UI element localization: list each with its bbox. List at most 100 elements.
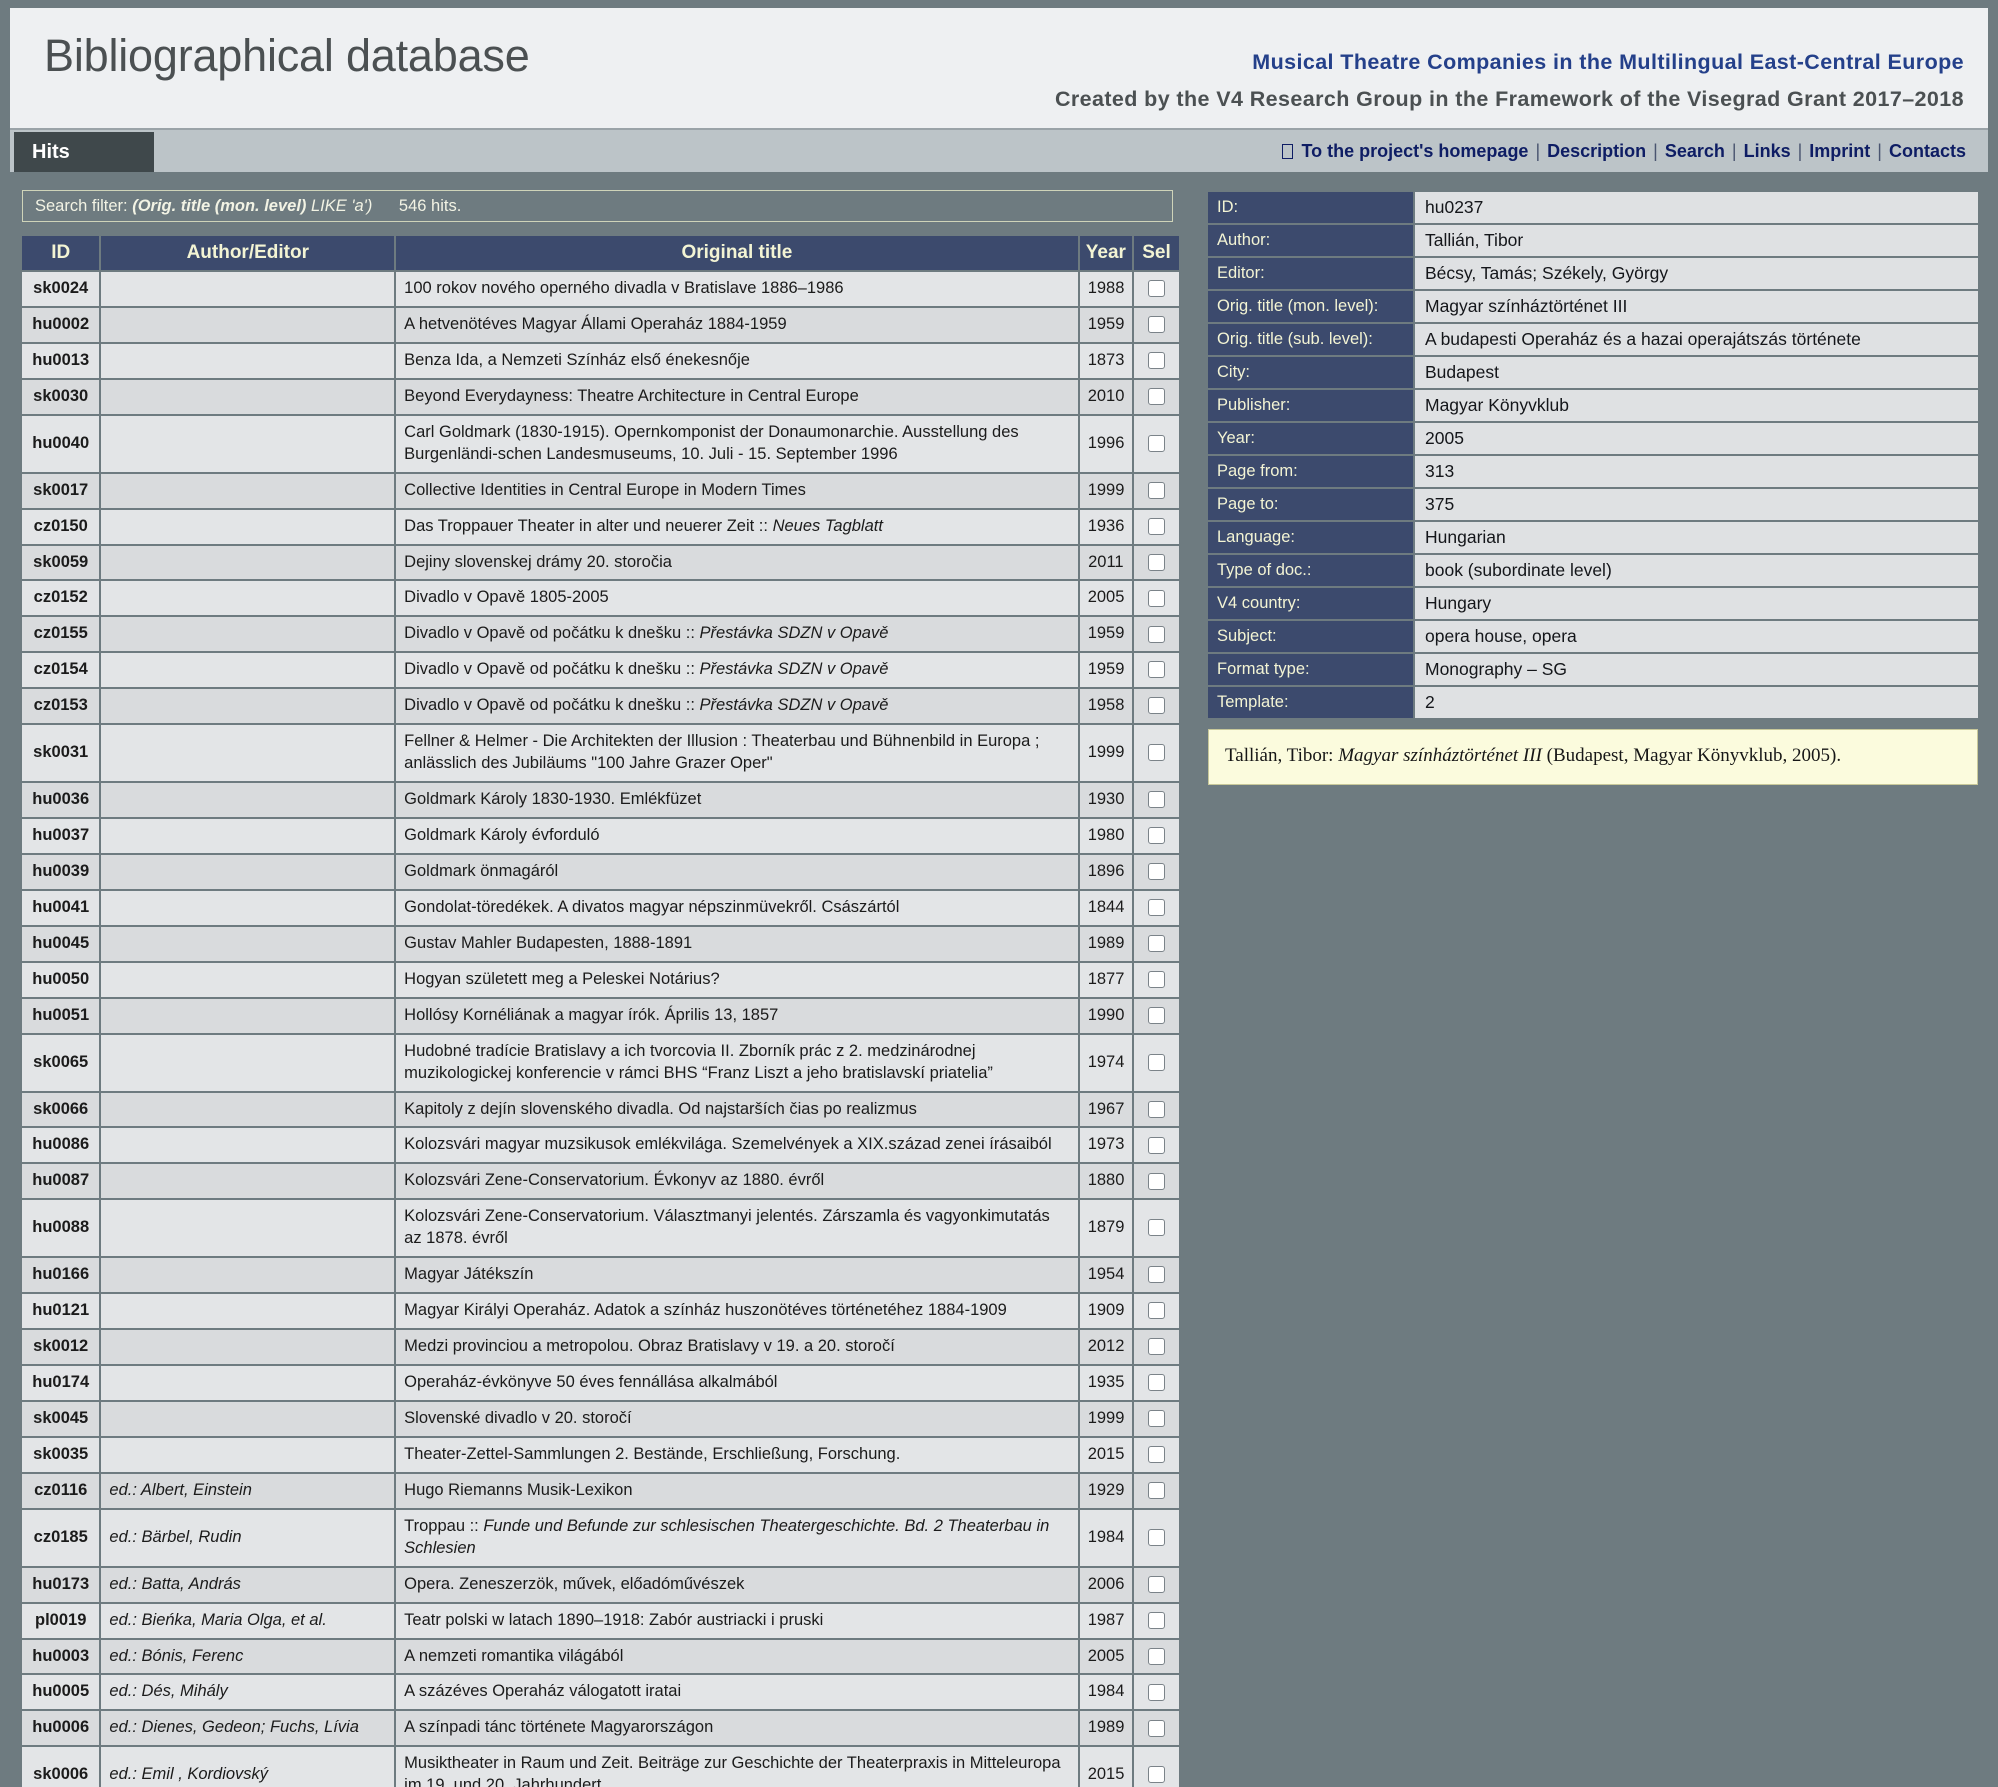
row-select-checkbox[interactable] bbox=[1148, 791, 1166, 809]
table-row[interactable]: hu0045 Gustav Mahler Budapesten, 1888-189… bbox=[22, 926, 1179, 961]
table-row[interactable]: hu0002 A hetvenötéves Magyar Állami Opera… bbox=[22, 307, 1179, 342]
table-row[interactable]: cz0150 Das Troppauer Theater in alter und… bbox=[22, 509, 1179, 544]
row-id[interactable]: hu0013 bbox=[22, 343, 102, 378]
row-select-checkbox[interactable] bbox=[1148, 1053, 1166, 1071]
table-row[interactable]: hu0050 Hogyan született meg a Peleskei No… bbox=[22, 962, 1179, 997]
table-row[interactable]: sk0024 100 rokov nového operného divadla … bbox=[22, 272, 1179, 306]
row-id[interactable]: cz0185 bbox=[22, 1509, 102, 1566]
row-select-checkbox[interactable] bbox=[1148, 1006, 1166, 1024]
table-row[interactable]: hu0006 ed.: Dienes, Gedeon; Fuchs, Lívia A… bbox=[22, 1711, 1179, 1746]
table-row[interactable]: sk0030 Beyond Everydayness: Theatre Archi… bbox=[22, 379, 1179, 414]
table-row[interactable]: cz0155 Divadlo v Opavě od počátku k dnešk… bbox=[22, 617, 1179, 652]
nav-link-links[interactable]: Links bbox=[1744, 141, 1791, 161]
nav-link-description[interactable]: Description bbox=[1547, 141, 1646, 161]
row-id[interactable]: hu0045 bbox=[22, 926, 102, 961]
table-row[interactable]: cz0154 Divadlo v Opavě od počátku k dnešk… bbox=[22, 653, 1179, 688]
table-row[interactable]: sk0031 Fellner & Helmer - Die Architekten… bbox=[22, 725, 1179, 782]
table-row[interactable]: hu0051 Hollósy Kornéliának a magyar írók.… bbox=[22, 998, 1179, 1033]
row-select-checkbox[interactable] bbox=[1148, 352, 1166, 370]
table-row[interactable]: sk0065 Hudobné tradície Bratislavy a ich … bbox=[22, 1034, 1179, 1091]
row-select-checkbox[interactable] bbox=[1148, 1338, 1166, 1356]
table-row[interactable]: hu0173 ed.: Batta, András Opera. Zeneszerz… bbox=[22, 1567, 1179, 1602]
row-select-checkbox[interactable] bbox=[1148, 744, 1166, 762]
row-id[interactable]: cz0150 bbox=[22, 509, 102, 544]
table-row[interactable]: hu0088 Kolozsvári Zene-Conservatorium. Vá… bbox=[22, 1200, 1179, 1257]
row-id[interactable]: sk0035 bbox=[22, 1437, 102, 1472]
nav-link-contacts[interactable]: Contacts bbox=[1889, 141, 1966, 161]
row-select-checkbox[interactable] bbox=[1148, 1481, 1166, 1499]
row-select-checkbox[interactable] bbox=[1148, 1575, 1166, 1593]
row-id[interactable]: hu0041 bbox=[22, 890, 102, 925]
row-id[interactable]: cz0154 bbox=[22, 653, 102, 688]
row-id[interactable]: sk0045 bbox=[22, 1401, 102, 1436]
table-row[interactable]: cz0116 ed.: Albert, Einstein Hugo Riemanns… bbox=[22, 1473, 1179, 1508]
column-header-id[interactable]: ID bbox=[22, 236, 102, 270]
row-select-checkbox[interactable] bbox=[1148, 1446, 1166, 1464]
row-select-checkbox[interactable] bbox=[1148, 1647, 1166, 1665]
row-id[interactable]: sk0030 bbox=[22, 379, 102, 414]
row-select-checkbox[interactable] bbox=[1148, 434, 1166, 452]
row-select-checkbox[interactable] bbox=[1148, 1266, 1166, 1284]
row-select-checkbox[interactable] bbox=[1148, 553, 1166, 571]
table-row[interactable]: hu0121 Magyar Királyi Operaház. Adatok a … bbox=[22, 1294, 1179, 1329]
row-id[interactable]: hu0036 bbox=[22, 783, 102, 817]
row-select-checkbox[interactable] bbox=[1148, 1302, 1166, 1320]
row-id[interactable]: sk0059 bbox=[22, 545, 102, 580]
row-select-checkbox[interactable] bbox=[1148, 387, 1166, 405]
row-select-checkbox[interactable] bbox=[1148, 863, 1166, 881]
table-row[interactable]: pl0019 ed.: Bieńka, Maria Olga, et al. Tea… bbox=[22, 1603, 1179, 1638]
row-select-checkbox[interactable] bbox=[1148, 1719, 1166, 1737]
row-id[interactable]: hu0166 bbox=[22, 1258, 102, 1293]
row-select-checkbox[interactable] bbox=[1148, 970, 1166, 988]
table-row[interactable]: hu0005 ed.: Dés, Mihály A százéves Operahá… bbox=[22, 1675, 1179, 1710]
row-id[interactable]: cz0116 bbox=[22, 1473, 102, 1508]
row-select-checkbox[interactable] bbox=[1148, 697, 1166, 715]
row-id[interactable]: sk0065 bbox=[22, 1034, 102, 1091]
table-row[interactable]: sk0012 Medzi provinciou a metropolou. Obr… bbox=[22, 1330, 1179, 1364]
row-id[interactable]: pl0019 bbox=[22, 1603, 102, 1638]
row-id[interactable]: sk0012 bbox=[22, 1330, 102, 1364]
table-row[interactable]: sk0045 Slovenské divadlo v 20. storočí 199… bbox=[22, 1401, 1179, 1436]
table-row[interactable]: hu0003 ed.: Bónis, Ferenc A nemzeti romant… bbox=[22, 1639, 1179, 1674]
table-row[interactable]: sk0066 Kapitoly z dejín slovenského divad… bbox=[22, 1092, 1179, 1127]
row-select-checkbox[interactable] bbox=[1148, 1219, 1166, 1237]
row-id[interactable]: hu0037 bbox=[22, 819, 102, 853]
row-id[interactable]: sk0031 bbox=[22, 725, 102, 782]
row-id[interactable]: hu0088 bbox=[22, 1200, 102, 1257]
row-select-checkbox[interactable] bbox=[1148, 1528, 1166, 1546]
row-select-checkbox[interactable] bbox=[1148, 625, 1166, 643]
table-row[interactable]: hu0166 Magyar Játékszín 1954 bbox=[22, 1258, 1179, 1293]
row-id[interactable]: sk0024 bbox=[22, 272, 102, 306]
column-header-author[interactable]: Author/Editor bbox=[101, 236, 397, 270]
row-select-checkbox[interactable] bbox=[1148, 1683, 1166, 1701]
table-row[interactable]: hu0040 Carl Goldmark (1830-1915). Opernko… bbox=[22, 415, 1179, 472]
row-id[interactable]: hu0173 bbox=[22, 1567, 102, 1602]
row-id[interactable]: hu0051 bbox=[22, 998, 102, 1033]
row-id[interactable]: hu0086 bbox=[22, 1128, 102, 1163]
row-select-checkbox[interactable] bbox=[1148, 481, 1166, 499]
row-select-checkbox[interactable] bbox=[1148, 517, 1166, 535]
nav-link-imprint[interactable]: Imprint bbox=[1809, 141, 1870, 161]
table-row[interactable]: hu0036 Goldmark Károly 1830-1930. Emlékfü… bbox=[22, 783, 1179, 817]
row-id[interactable]: hu0121 bbox=[22, 1294, 102, 1329]
row-select-checkbox[interactable] bbox=[1148, 1136, 1166, 1154]
row-id[interactable]: hu0040 bbox=[22, 415, 102, 472]
table-row[interactable]: hu0086 Kolozsvári magyar muzsikusok emlék… bbox=[22, 1128, 1179, 1163]
row-select-checkbox[interactable] bbox=[1148, 1611, 1166, 1629]
row-select-checkbox[interactable] bbox=[1148, 899, 1166, 917]
row-select-checkbox[interactable] bbox=[1148, 1766, 1166, 1784]
table-row[interactable]: cz0153 Divadlo v Opavě od počátku k dnešk… bbox=[22, 689, 1179, 724]
table-row[interactable]: cz0185 ed.: Bärbel, Rudin Troppau :: Funde… bbox=[22, 1509, 1179, 1566]
row-select-checkbox[interactable] bbox=[1148, 661, 1166, 679]
table-row[interactable]: sk0035 Theater-Zettel-Sammlungen 2. Bestä… bbox=[22, 1437, 1179, 1472]
row-select-checkbox[interactable] bbox=[1148, 1100, 1166, 1118]
row-id[interactable]: cz0155 bbox=[22, 617, 102, 652]
table-row[interactable]: sk0006 ed.: Emil , Kordiovský Musiktheater… bbox=[22, 1747, 1179, 1787]
row-select-checkbox[interactable] bbox=[1148, 280, 1166, 298]
tab-hits[interactable]: Hits bbox=[14, 132, 154, 172]
row-select-checkbox[interactable] bbox=[1148, 1172, 1166, 1190]
row-select-checkbox[interactable] bbox=[1148, 316, 1166, 334]
row-id[interactable]: hu0002 bbox=[22, 307, 102, 342]
table-row[interactable]: sk0017 Collective Identities in Central E… bbox=[22, 473, 1179, 508]
row-id[interactable]: hu0174 bbox=[22, 1366, 102, 1400]
